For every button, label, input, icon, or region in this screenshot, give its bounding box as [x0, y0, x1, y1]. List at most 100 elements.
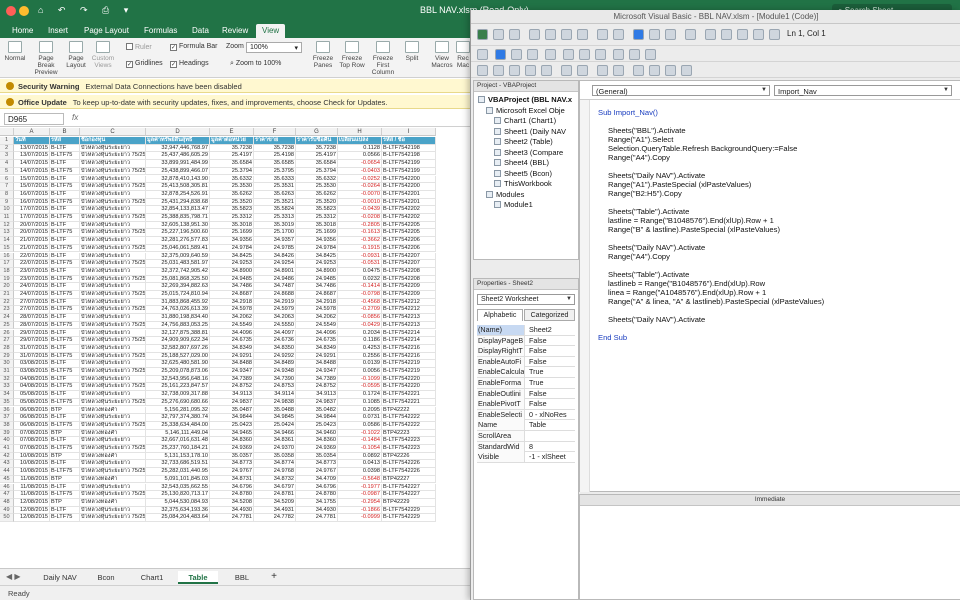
property-row[interactable]: (Name) Sheet2 — [477, 325, 575, 336]
cell[interactable]: 34.6796 — [296, 483, 338, 492]
cell[interactable]: 33,899,991,484.99 — [146, 160, 210, 168]
cell[interactable]: 20/07/2015 — [14, 229, 50, 238]
column-filter-header[interactable]: วันที่ — [14, 137, 50, 145]
cell[interactable]: 17/07/2015 — [14, 214, 50, 222]
minimize-window-icon[interactable] — [19, 6, 29, 16]
cell[interactable]: 16/07/2015 — [14, 198, 50, 207]
cell[interactable]: 27/07/2015 — [14, 298, 50, 307]
sheet-tab-chart1[interactable]: Chart1 — [132, 571, 172, 584]
split-button[interactable]: Split — [402, 41, 422, 62]
cell[interactable]: 35.0354 — [296, 452, 338, 461]
row-number[interactable]: 38 — [0, 421, 14, 430]
cell[interactable]: 34.2062 — [210, 314, 254, 322]
cell[interactable]: 25.1700 — [254, 229, 296, 238]
cell[interactable]: B-LTF75 — [50, 383, 80, 392]
cell[interactable]: 0.0139 — [338, 360, 382, 368]
cell[interactable]: 34.7486 — [296, 283, 338, 291]
cell[interactable]: 11/08/2015 — [14, 475, 50, 484]
row-number[interactable]: 47 — [0, 491, 14, 499]
cell[interactable]: B-LTF7542207 — [382, 252, 436, 261]
cell[interactable]: BTP42229 — [382, 498, 436, 507]
cell[interactable]: 34.7389 — [296, 375, 338, 384]
row-number[interactable]: 32 — [0, 375, 14, 384]
cell[interactable]: 34.4096 — [296, 329, 338, 338]
cell[interactable]: 24.5549 — [296, 321, 338, 330]
next-bookmark-icon[interactable] — [649, 65, 660, 76]
cell[interactable]: B-LTF7542212 — [382, 306, 436, 315]
column-header[interactable]: G — [296, 128, 338, 136]
cell[interactable]: 24.6735 — [210, 337, 254, 345]
cell[interactable]: 0.0566 — [338, 152, 382, 161]
code-line[interactable]: Sheets("BBL").Activate — [608, 126, 686, 135]
cell[interactable]: 24.9253 — [296, 260, 338, 268]
cell[interactable]: -0.0531 — [338, 260, 382, 268]
cell[interactable]: 10/08/2015 — [14, 460, 50, 469]
cell[interactable]: BTP42222 — [382, 406, 436, 415]
cell[interactable]: 0.0056 — [338, 368, 382, 376]
cell[interactable]: 34.8901 — [254, 267, 296, 276]
code-editor[interactable]: Sub Import_Nav() Sheets("BBL").Activate Ra… — [580, 99, 960, 492]
pause-icon[interactable] — [511, 49, 522, 60]
cell[interactable]: 34.7390 — [254, 375, 296, 384]
cell[interactable]: 10/08/2015 — [14, 452, 50, 461]
cell[interactable]: 32,878,410,143.90 — [146, 175, 210, 184]
cell[interactable]: -0.3662 — [338, 237, 382, 245]
freeze-panes-button[interactable]: Freeze Panes — [310, 41, 336, 69]
cell[interactable]: 24.9784 — [296, 244, 338, 253]
cell[interactable]: -0.0208 — [338, 214, 382, 222]
cell[interactable]: 34.8488 — [296, 360, 338, 368]
cell[interactable]: บัวหลวงหุ้นระยะยาว — [80, 267, 146, 276]
row-number[interactable]: 41 — [0, 445, 14, 453]
cell[interactable]: 35.6332 — [296, 175, 338, 184]
code-line[interactable]: End Sub — [598, 333, 627, 342]
cell[interactable]: 0.1724 — [338, 391, 382, 399]
cell[interactable]: B-LTF7542201 — [382, 190, 436, 199]
cell[interactable]: B-LTF75 — [50, 167, 80, 176]
gridlines-checkbox[interactable]: ✓ Gridlines — [126, 60, 163, 68]
cell[interactable]: -0.1484 — [338, 437, 382, 445]
column-header[interactable]: D — [146, 128, 210, 136]
column-filter-header[interactable]: รหัส / ชื่อ — [382, 137, 436, 145]
cell[interactable]: บัวหลวงหุ้นระยะยาว 75/25 — [80, 491, 146, 499]
cell[interactable]: B-LTF7542214 — [382, 337, 436, 345]
zoom-select[interactable]: 100% ▾ — [246, 42, 302, 53]
tab-page-layout[interactable]: Page Layout — [84, 24, 129, 38]
cell[interactable]: 25,437,486,605.29 — [146, 152, 210, 161]
cell[interactable]: 35.0488 — [254, 406, 296, 415]
cell[interactable]: 25,046,061,589.41 — [146, 244, 210, 253]
cell[interactable]: B-LTF7542208 — [382, 275, 436, 284]
indent-icon[interactable] — [561, 65, 572, 76]
code-line[interactable]: Range("B2:H5").Copy — [608, 189, 682, 198]
cell[interactable]: 29/07/2015 — [14, 337, 50, 345]
cell[interactable]: B-LTF — [50, 144, 80, 153]
paste-icon[interactable] — [561, 29, 572, 40]
cell[interactable]: 34.9844 — [210, 414, 254, 422]
cell[interactable]: 5,131,153,178.10 — [146, 452, 210, 461]
column-header[interactable]: I — [382, 128, 436, 136]
code-line[interactable]: Sheets("Table").Activate — [608, 207, 689, 216]
cell[interactable]: 31/07/2015 — [14, 344, 50, 353]
cell[interactable]: -0.2709 — [338, 306, 382, 315]
quick-info-icon[interactable] — [509, 65, 520, 76]
cell[interactable]: 0.4253 — [338, 344, 382, 353]
code-line[interactable]: Sheets("Daily NAV").Activate — [608, 243, 705, 252]
property-row[interactable]: EnableForma True — [477, 378, 575, 389]
cell[interactable]: -0.4568 — [338, 298, 382, 307]
cell[interactable]: B-LTF75 — [50, 291, 80, 299]
cell[interactable]: 22/07/2015 — [14, 252, 50, 261]
reset-icon[interactable] — [665, 29, 676, 40]
cell[interactable]: B-LTF7542226 — [382, 460, 436, 469]
cell[interactable]: 24.8780 — [210, 491, 254, 499]
property-row[interactable]: DisplayPageB False — [477, 335, 575, 347]
cell[interactable]: 24.8753 — [254, 383, 296, 392]
cell[interactable]: B-LTF7542219 — [382, 368, 436, 376]
cell[interactable]: 0.0586 — [338, 421, 382, 430]
cell[interactable]: 34.9357 — [254, 237, 296, 245]
property-value[interactable]: Sheet2 — [527, 325, 575, 335]
cell[interactable]: B-LTF75 — [50, 337, 80, 345]
properties-object-select[interactable]: Sheet2 Worksheet ▼ — [477, 294, 575, 305]
cell[interactable]: BTP — [50, 498, 80, 507]
cell[interactable]: 34.7486 — [210, 283, 254, 291]
cell[interactable]: 34.9844 — [296, 414, 338, 422]
cell[interactable]: 32,127,875,388.81 — [146, 329, 210, 338]
